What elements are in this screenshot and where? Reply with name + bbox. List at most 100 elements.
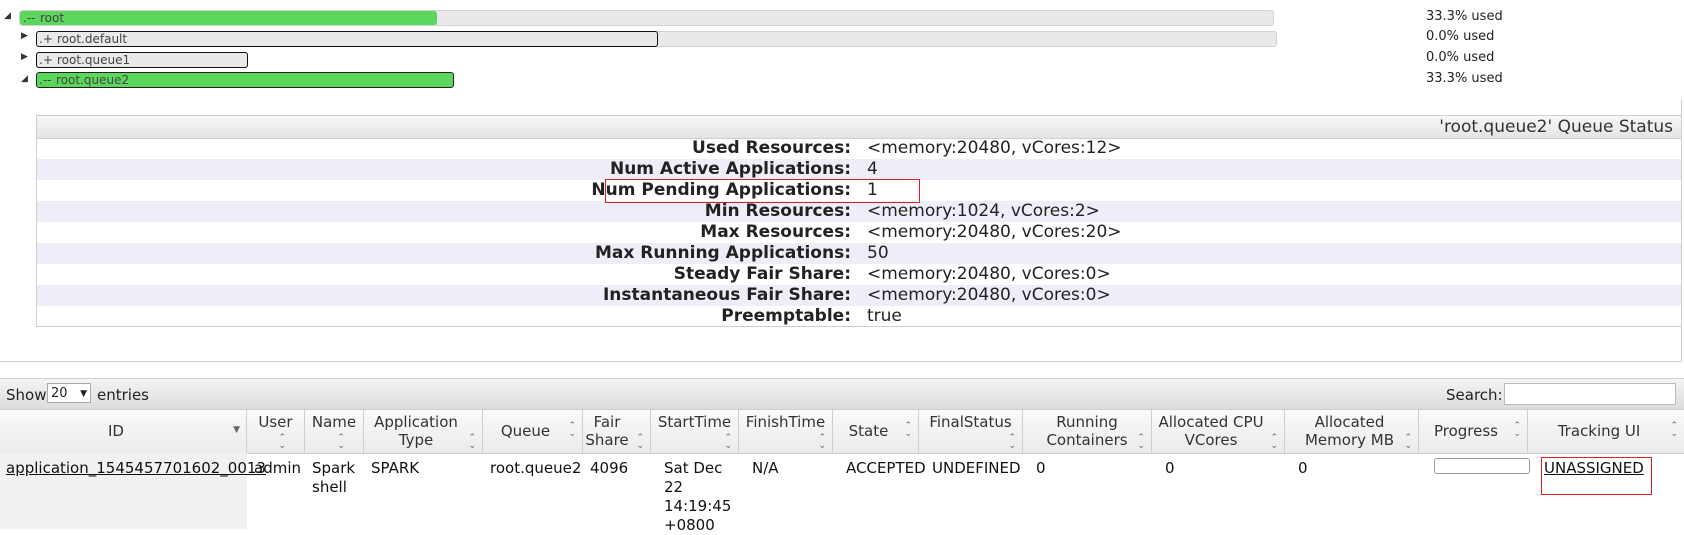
status-value: <memory:1024, vCores:2>	[867, 201, 1100, 221]
cell-finalstatus: UNDEFINED	[932, 459, 1021, 477]
search-input[interactable]	[1504, 383, 1676, 405]
queue-symbol: .--	[23, 11, 36, 25]
status-key: Steady Fair Share:	[673, 264, 851, 284]
sort-icon: ⌃ ⌄	[1670, 421, 1678, 439]
queue-status-title: 'root.queue2' Queue Status	[1439, 117, 1673, 137]
status-row: Steady Fair Share: <memory:20480, vCores…	[37, 264, 1681, 285]
sort-icon: ⌃ ⌄	[278, 433, 286, 451]
progress-bar	[1434, 458, 1530, 474]
queue-name-root-queue1: root.queue1	[57, 53, 131, 67]
collapse-triangle-icon[interactable]: ◢	[4, 11, 11, 21]
status-key: Preemptable:	[721, 306, 851, 326]
status-key: Max Running Applications:	[594, 243, 851, 263]
status-row: Max Running Applications: 50	[37, 243, 1681, 264]
col-header-fair-share[interactable]: Fair Share ⌃ ⌄	[583, 410, 651, 453]
queue-bar-root[interactable]: .-- root	[19, 10, 1274, 26]
col-header-running-containers[interactable]: Running Containers ⌃ ⌄	[1023, 410, 1152, 453]
col-header-application-type[interactable]: Application Type ⌃ ⌄	[364, 410, 483, 453]
status-key: Max Resources:	[700, 222, 851, 242]
sort-icon: ⌃ ⌄	[1513, 421, 1521, 439]
cell-user: admin	[254, 459, 301, 477]
queue-status-panel: 'root.queue2' Queue Status Used Resource…	[36, 115, 1682, 327]
col-header-state[interactable]: State ⌃ ⌄	[833, 410, 919, 453]
table-row: application_1545457701602_0013 admin Spa…	[0, 453, 1684, 534]
queue-used-root: 33.3% used	[1426, 9, 1503, 24]
expand-triangle-icon[interactable]: ▶	[21, 31, 28, 41]
sort-icon: ⌃ ⌄	[724, 433, 732, 451]
highlight-box-tracking	[1541, 457, 1652, 495]
cell-running-containers: 0	[1036, 459, 1046, 477]
application-id-link[interactable]: application_1545457701602_0013	[6, 459, 266, 477]
status-row: Min Resources: <memory:1024, vCores:2>	[37, 201, 1681, 222]
queue-status-header: 'root.queue2' Queue Status	[37, 116, 1681, 139]
col-header-allocated-vcores[interactable]: Allocated CPU VCores ⌃ ⌄	[1152, 410, 1285, 453]
queue-bar-root-queue1[interactable]: .+ root.queue1	[36, 52, 248, 68]
status-value: 4	[867, 159, 878, 179]
sort-icon: ⌃ ⌄	[1404, 433, 1412, 451]
queue-name-root-queue2: root.queue2	[56, 73, 130, 87]
expand-triangle-icon[interactable]: ▶	[21, 52, 28, 62]
cell-id: application_1545457701602_0013	[6, 459, 266, 478]
cell-queue: root.queue2	[490, 459, 582, 477]
queue-name-root: root	[40, 11, 65, 25]
cell-allocated-memory: 0	[1298, 459, 1308, 477]
status-value: true	[867, 306, 902, 326]
queue-used-root-default: 0.0% used	[1426, 29, 1495, 44]
sort-icon: ⌃ ⌄	[568, 421, 576, 439]
table-toolbar: Show 20 ▼ entries Search:	[0, 378, 1684, 410]
status-key: Num Active Applications:	[609, 159, 851, 179]
status-row: Max Resources: <memory:20480, vCores:20>	[37, 222, 1681, 243]
col-header-progress[interactable]: Progress ⌃ ⌄	[1419, 410, 1528, 453]
sort-icon: ⌃ ⌄	[636, 433, 644, 451]
col-header-id[interactable]: ID ▼	[0, 410, 247, 453]
sort-icon: ⌃ ⌄	[468, 433, 476, 451]
queue-bar-root-default[interactable]: .+ root.default	[36, 31, 1277, 47]
cell-starttime: Sat Dec 22 14:19:45 +0800	[664, 459, 732, 534]
sort-icon: ⌃ ⌄	[1270, 433, 1278, 451]
queue-symbol: .--	[39, 73, 52, 87]
cell-allocated-vcores: 0	[1165, 459, 1175, 477]
queue-selection-outline	[36, 31, 658, 47]
entries-label: entries	[97, 386, 149, 404]
page-length-select[interactable]: 20 ▼	[47, 383, 91, 403]
sort-icon: ⌃ ⌄	[1008, 433, 1016, 451]
cell-name: Spark shell	[312, 459, 356, 496]
dropdown-arrow-icon: ▼	[80, 389, 87, 399]
col-header-name[interactable]: Name ⌃ ⌄	[305, 410, 364, 453]
status-value: <memory:20480, vCores:0>	[867, 285, 1111, 305]
collapse-triangle-icon[interactable]: ◢	[21, 74, 28, 84]
col-header-allocated-memory[interactable]: Allocated Memory MB ⌃ ⌄	[1285, 410, 1419, 453]
applications-table: Show 20 ▼ entries Search: ID ▼ User ⌃ ⌄ N…	[0, 378, 1684, 534]
sort-icon: ⌃ ⌄	[904, 421, 912, 439]
highlight-box-pending	[605, 179, 920, 203]
status-key: Used Resources:	[692, 138, 851, 158]
col-header-queue[interactable]: Queue ⌃ ⌄	[483, 410, 583, 453]
status-value: <memory:20480, vCores:20>	[867, 222, 1122, 242]
queue-symbol: .+	[39, 53, 53, 67]
cell-state: ACCEPTED	[846, 459, 926, 477]
status-row: Instantaneous Fair Share: <memory:20480,…	[37, 285, 1681, 306]
sort-icon: ⌃ ⌄	[818, 433, 826, 451]
col-header-user[interactable]: User ⌃ ⌄	[247, 410, 305, 453]
col-header-starttime[interactable]: StartTime ⌃ ⌄	[651, 410, 739, 453]
queue-symbol: .+	[39, 32, 53, 46]
table-header: ID ▼ User ⌃ ⌄ Name ⌃ ⌄ Application Type ⌃ ⌄…	[0, 410, 1684, 454]
queue-bar-root-queue2[interactable]: .-- root.queue2	[36, 72, 454, 88]
col-header-finishtime[interactable]: FinishTime ⌃ ⌄	[739, 410, 833, 453]
cell-app-type: SPARK	[371, 459, 420, 477]
sort-desc-icon: ▼	[233, 425, 240, 435]
col-header-finalstatus[interactable]: FinalStatus ⌃ ⌄	[919, 410, 1023, 453]
status-key: Min Resources:	[704, 201, 851, 221]
queue-name-root-default: root.default	[57, 32, 128, 46]
cell-fair-share: 4096	[590, 459, 629, 477]
status-value: <memory:20480, vCores:12>	[867, 138, 1122, 158]
status-row: Preemptable: true	[37, 306, 1681, 327]
cell-finishtime: N/A	[752, 459, 779, 477]
page-length-value: 20	[51, 386, 68, 401]
status-value: <memory:20480, vCores:0>	[867, 264, 1111, 284]
sort-icon: ⌃ ⌄	[1137, 433, 1145, 451]
queue-used-root-queue2: 33.3% used	[1426, 71, 1503, 86]
col-header-tracking-ui[interactable]: Tracking UI ⌃ ⌄	[1528, 410, 1684, 453]
status-key: Instantaneous Fair Share:	[602, 285, 851, 305]
sort-icon: ⌃ ⌄	[337, 433, 345, 451]
